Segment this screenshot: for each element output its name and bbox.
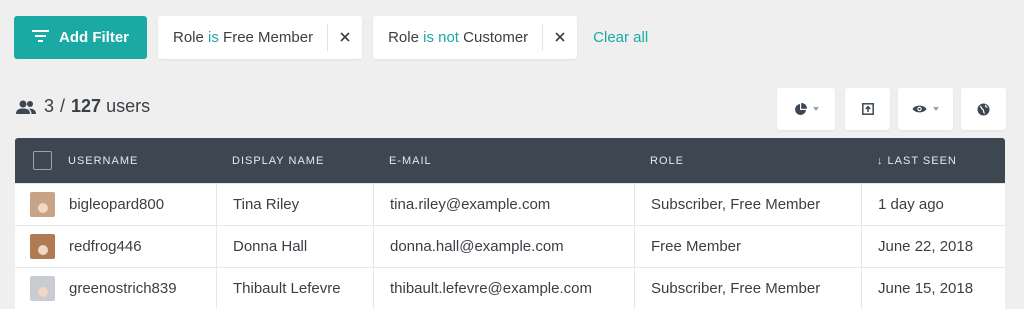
table-row[interactable]: bigleopard800 Tina Riley tina.riley@exam…	[15, 183, 1005, 225]
column-header-email[interactable]: E-MAIL	[389, 155, 432, 167]
avatar	[30, 234, 55, 259]
email-cell: donna.hall@example.com	[390, 238, 564, 255]
chart-view-button[interactable]	[777, 88, 835, 130]
filter-chip-role-is[interactable]: Role is Free Member	[158, 16, 363, 59]
count-separator: /	[60, 96, 66, 116]
column-header-display-name[interactable]: DISPLAY NAME	[232, 155, 324, 167]
username-cell[interactable]: greenostrich839	[69, 280, 177, 297]
shown-count: 3	[44, 96, 55, 116]
close-icon	[340, 29, 350, 46]
display-name-cell: Tina Riley	[233, 196, 300, 213]
globe-icon	[977, 103, 990, 116]
remove-filter-button[interactable]	[327, 24, 362, 51]
table-header: USERNAME DISPLAY NAME E-MAIL ROLE ↓ LAST…	[15, 138, 1005, 183]
user-count: 3 / 127 users	[15, 96, 150, 117]
export-button[interactable]	[845, 88, 890, 130]
users-table: USERNAME DISPLAY NAME E-MAIL ROLE ↓ LAST…	[15, 138, 1005, 309]
visibility-button[interactable]	[898, 88, 953, 130]
filter-bar: Add Filter Role is Free Member Role is n…	[14, 16, 648, 59]
role-cell: Free Member	[651, 238, 742, 255]
chevron-down-icon	[933, 107, 939, 111]
avatar	[30, 276, 55, 301]
username-cell[interactable]: redfrog446	[69, 238, 142, 255]
last-seen-cell: June 22, 2018	[878, 238, 974, 255]
select-all-checkbox[interactable]	[33, 151, 52, 170]
table-row[interactable]: greenostrich839 Thibault Lefevre thibaul…	[15, 267, 1005, 309]
column-header-role[interactable]: ROLE	[650, 155, 684, 167]
display-name-cell: Donna Hall	[233, 238, 308, 255]
total-count: 127	[71, 96, 102, 116]
role-cell: Subscriber, Free Member	[651, 280, 821, 297]
filter-operator: is not	[423, 29, 459, 46]
clear-all-link[interactable]: Clear all	[593, 29, 648, 46]
username-cell[interactable]: bigleopard800	[69, 196, 164, 213]
globe-button[interactable]	[961, 88, 1006, 130]
filter-chip-role-is-not[interactable]: Role is not Customer	[373, 16, 578, 59]
avatar	[30, 192, 55, 217]
filter-chip-text: Role is Free Member	[173, 29, 314, 46]
role-cell: Subscriber, Free Member	[651, 196, 821, 213]
email-cell: tina.riley@example.com	[390, 196, 551, 213]
export-icon	[861, 103, 874, 115]
remove-filter-button[interactable]	[542, 24, 577, 51]
last-seen-cell: 1 day ago	[878, 196, 944, 213]
chevron-down-icon	[812, 107, 819, 111]
pie-chart-icon	[794, 102, 807, 116]
add-filter-button[interactable]: Add Filter	[14, 16, 147, 59]
count-unit: users	[106, 96, 151, 116]
display-name-cell: Thibault Lefevre	[233, 280, 341, 297]
close-icon	[555, 29, 565, 46]
email-cell: thibault.lefevre@example.com	[390, 280, 592, 297]
filter-operator: is	[208, 29, 219, 46]
table-row[interactable]: redfrog446 Donna Hall donna.hall@example…	[15, 225, 1005, 267]
column-header-username[interactable]: USERNAME	[68, 155, 138, 167]
users-icon	[15, 100, 37, 114]
last-seen-cell: June 15, 2018	[878, 280, 974, 297]
eye-icon	[912, 104, 927, 114]
column-header-last-seen[interactable]: ↓ LAST SEEN	[877, 155, 957, 167]
add-filter-label: Add Filter	[59, 29, 129, 46]
filter-icon	[32, 29, 49, 47]
filter-chip-text: Role is not Customer	[388, 29, 529, 46]
